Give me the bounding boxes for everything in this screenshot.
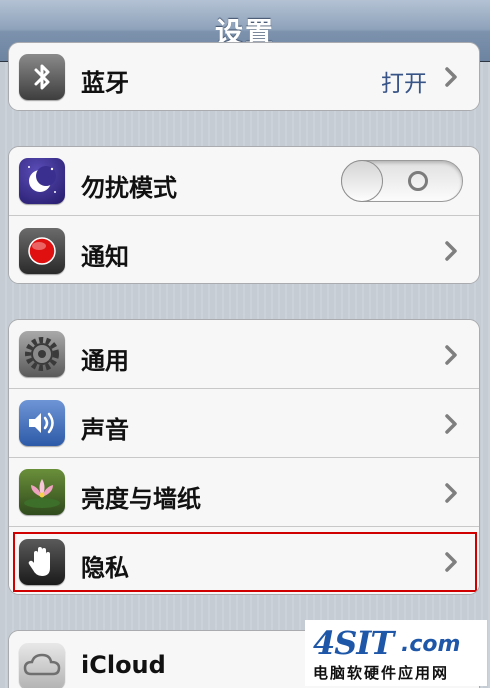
- chevron-right-icon: [445, 552, 457, 572]
- settings-row-label: iCloud: [81, 651, 166, 679]
- chevron-right-icon: [445, 414, 457, 434]
- settings-row-sounds[interactable]: 声音: [9, 389, 479, 458]
- cloud-icon: [19, 642, 65, 688]
- settings-row-label: 声音: [81, 416, 129, 444]
- bluetooth-status-value: 打开: [381, 71, 427, 97]
- notifications-icon: [19, 227, 65, 274]
- settings-row-brightness-wallpaper[interactable]: 亮度与墙纸: [9, 458, 479, 527]
- settings-row-notifications[interactable]: 通知: [9, 216, 479, 283]
- do-not-disturb-toggle[interactable]: [341, 160, 463, 202]
- privacy-hand-icon: [19, 538, 65, 585]
- gear-icon: [19, 331, 65, 377]
- settings-row-privacy[interactable]: 隐私: [9, 527, 479, 594]
- wallpaper-flower-icon: [19, 469, 65, 515]
- chevron-right-icon: [445, 483, 457, 503]
- settings-row-label: 亮度与墙纸: [81, 485, 201, 513]
- chevron-right-icon: [445, 345, 457, 365]
- settings-row-label: 通用: [81, 347, 129, 375]
- site-watermark: 4SIT .com 电脑软硬件应用网: [305, 620, 487, 686]
- speaker-icon: [19, 400, 65, 446]
- settings-row-do-not-disturb[interactable]: 勿扰模式: [9, 147, 479, 216]
- watermark-logo: 4SIT: [313, 624, 394, 662]
- settings-row-general[interactable]: 通用: [9, 320, 479, 389]
- toggle-knob: [341, 160, 383, 202]
- watermark-domain: .com: [401, 632, 461, 657]
- watermark-subtitle: 电脑软硬件应用网: [313, 664, 450, 682]
- chevron-right-icon: [445, 241, 457, 261]
- moon-icon: [19, 158, 65, 204]
- chevron-right-icon: [445, 67, 457, 87]
- settings-group-notifications: 勿扰模式 通知: [8, 146, 480, 284]
- settings-row-label: 通知: [81, 243, 129, 271]
- settings-group-connectivity: 蓝牙 打开: [8, 42, 480, 111]
- settings-row-label: 勿扰模式: [81, 174, 177, 202]
- toggle-off-indicator-icon: [408, 171, 428, 191]
- bluetooth-icon: [19, 54, 65, 100]
- settings-row-label: 隐私: [81, 554, 129, 582]
- settings-row-label: 蓝牙: [81, 69, 129, 97]
- settings-row-bluetooth[interactable]: 蓝牙 打开: [9, 43, 479, 110]
- settings-group-device: 通用 声音 亮度与墙纸 隐私: [8, 319, 480, 595]
